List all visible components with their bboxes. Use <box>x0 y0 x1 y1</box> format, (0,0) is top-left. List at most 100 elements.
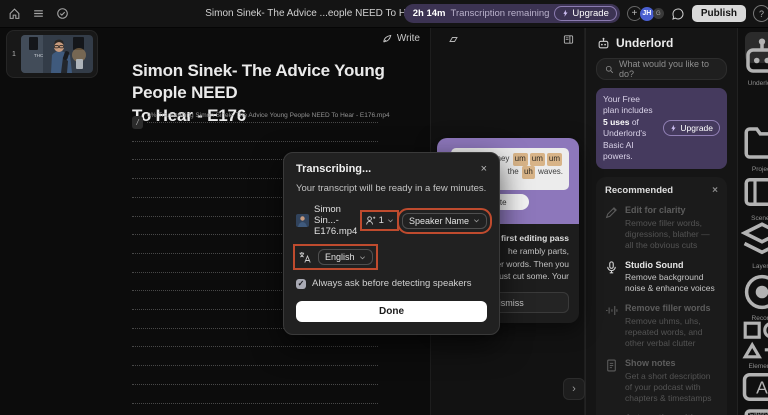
chevron-down-icon <box>473 217 480 224</box>
filler-word-chip: uh <box>522 166 535 179</box>
help-icon[interactable]: ? <box>753 5 768 22</box>
rail-item-project[interactable]: Project <box>741 122 768 173</box>
ai-action-title: Studio Sound <box>625 260 718 272</box>
dialog-subtitle: Your transcript will be ready in a few m… <box>296 183 487 194</box>
ai-action-item[interactable]: Remove filler wordsRemove uhms, uhs, rep… <box>605 303 718 349</box>
upgrade-button-sidebar[interactable]: Upgrade <box>663 120 720 136</box>
file-name: Simon Sin...- E176.mp4 <box>314 204 365 237</box>
sync-status-icon[interactable] <box>56 7 69 20</box>
placeholder-line <box>132 141 378 142</box>
speaker-name-dropdown[interactable]: Speaker Name <box>402 213 487 229</box>
lightning-icon <box>670 124 677 133</box>
filler-word-chip: um <box>530 153 545 166</box>
stock-icon <box>741 404 768 415</box>
document-title-line1: Simon Sinek- The Advice Young People NEE… <box>132 60 417 105</box>
home-icon[interactable] <box>8 7 21 20</box>
placeholder-line <box>147 122 378 123</box>
chevron-down-icon <box>359 254 366 261</box>
upgrade-button[interactable]: Upgrade <box>554 6 616 21</box>
free-plan-text: Your Free plan includes 5 uses of Underl… <box>603 94 657 163</box>
ai-action-item[interactable]: Studio SoundRemove background noise & en… <box>605 260 718 295</box>
robot-icon <box>741 36 768 78</box>
chevron-down-icon <box>387 217 394 224</box>
ai-action-desc: Remove filler words, digressions, blathe… <box>625 218 718 251</box>
language-value: English <box>325 252 355 262</box>
scene-number: 1 <box>7 51 21 58</box>
topbar-right: 2h 14m Transcription remaining Upgrade +… <box>404 4 760 23</box>
banner-bold: 5 uses <box>603 117 629 127</box>
language-dropdown[interactable]: English <box>318 249 373 265</box>
ai-action-desc: Get a short description of your podcast … <box>625 371 718 404</box>
slash-command-chip[interactable]: / <box>132 116 143 129</box>
mic-icon <box>605 261 618 274</box>
search-icon <box>605 65 614 74</box>
expand-panel-button[interactable]: › <box>563 378 585 400</box>
recommended-header: Recommended <box>605 185 673 196</box>
record-icon <box>741 271 768 313</box>
underlord-title: Underlord <box>616 36 673 50</box>
ai-action-item[interactable]: Edit for clarityRemove filler words, dig… <box>605 205 718 251</box>
ai-action-item[interactable]: Show notesGet a short description of you… <box>605 358 718 404</box>
rail-item-underlord[interactable]: Underlord <box>741 36 768 87</box>
flip-canvas-icon[interactable] <box>448 34 459 45</box>
upgrade-label: Upgrade <box>680 123 713 133</box>
dialog-title: Transcribing... <box>296 163 371 175</box>
scenes-icon <box>741 171 768 213</box>
elements-icon <box>741 319 768 361</box>
language-icon <box>298 251 311 264</box>
transcribing-dialog: Transcribing... × Your transcript will b… <box>283 152 500 335</box>
ai-action-desc: Remove uhms, uhs, repeated words, and ot… <box>625 316 718 349</box>
close-icon[interactable]: × <box>481 164 487 175</box>
placeholder-line <box>132 365 378 366</box>
recommended-card: Recommended × Edit for clarityRemove fil… <box>596 177 727 415</box>
ai-action-desc: Remove background noise & enhance voices <box>625 272 718 294</box>
layers-icon <box>741 219 768 261</box>
ai-action-title: Remove filler words <box>625 303 718 315</box>
write-button[interactable]: Write <box>382 33 420 44</box>
speaker-count-dropdown[interactable]: 1 <box>365 215 394 226</box>
avatar-group: + JH G <box>627 6 664 22</box>
done-button[interactable]: Done <box>296 301 487 322</box>
menu-icon[interactable] <box>32 7 45 20</box>
ai-action-title: Show notes <box>625 358 718 370</box>
right-rail: Underlord ProjectScenes LayersRecordElemen… <box>737 28 768 415</box>
topbar: Simon Sinek- The Advice ...eople NEED To… <box>0 0 768 28</box>
rail-item-record[interactable]: Record <box>741 271 768 322</box>
publish-button[interactable]: Publish <box>692 5 746 22</box>
placeholder-line <box>132 384 378 385</box>
rail-item-layers[interactable]: Layers <box>741 219 768 270</box>
write-label: Write <box>397 33 420 44</box>
underlord-search-input[interactable]: What would you like to do? <box>596 58 727 80</box>
rail-item-scenes[interactable]: Scenes <box>741 171 768 222</box>
captions-icon: A <box>741 366 768 408</box>
descript-app: Simon Sinek- The Advice ...eople NEED To… <box>0 0 768 415</box>
always-ask-checkbox[interactable]: ✓ <box>296 279 306 289</box>
write-pen-icon <box>382 33 393 44</box>
pencil-icon <box>605 206 618 219</box>
underlord-panel: Underlord What would you like to do? You… <box>585 28 737 415</box>
notes-icon <box>605 359 618 372</box>
file-thumbnail <box>296 214 309 227</box>
scene-thumbnail-item[interactable]: 1 THC <box>6 30 98 78</box>
rail-item-stock[interactable]: Stock <box>741 404 768 415</box>
rail-item-label: Layers <box>741 263 768 270</box>
lightning-icon <box>562 9 569 18</box>
time-remaining: 2h 14m <box>413 8 446 19</box>
thumb-overlay-text: THC <box>34 53 44 58</box>
transcribing-progress-label: 0% Transcribing Simon Sinek- The Advice … <box>147 112 390 119</box>
scene-thumbnail: THC <box>21 35 93 73</box>
transcription-remaining-pill: 2h 14m Transcription remaining Upgrade <box>404 4 620 23</box>
speaker-name-value: Speaker Name <box>409 216 469 226</box>
language-control[interactable]: English <box>298 249 373 265</box>
folder-icon <box>741 122 768 164</box>
rail-item-elements[interactable]: Elements <box>741 319 768 370</box>
close-icon[interactable]: × <box>712 185 718 196</box>
free-plan-banner: Your Free plan includes 5 uses of Underl… <box>596 88 727 169</box>
avatar-small[interactable]: G <box>653 8 664 19</box>
search-placeholder: What would you like to do? <box>619 59 718 79</box>
layout-icon[interactable] <box>563 34 574 45</box>
robot-icon <box>597 37 610 50</box>
comments-icon[interactable] <box>671 7 685 21</box>
speaker-count-value: 1 <box>379 215 384 226</box>
banner-pre: Your Free plan includes <box>603 94 653 115</box>
